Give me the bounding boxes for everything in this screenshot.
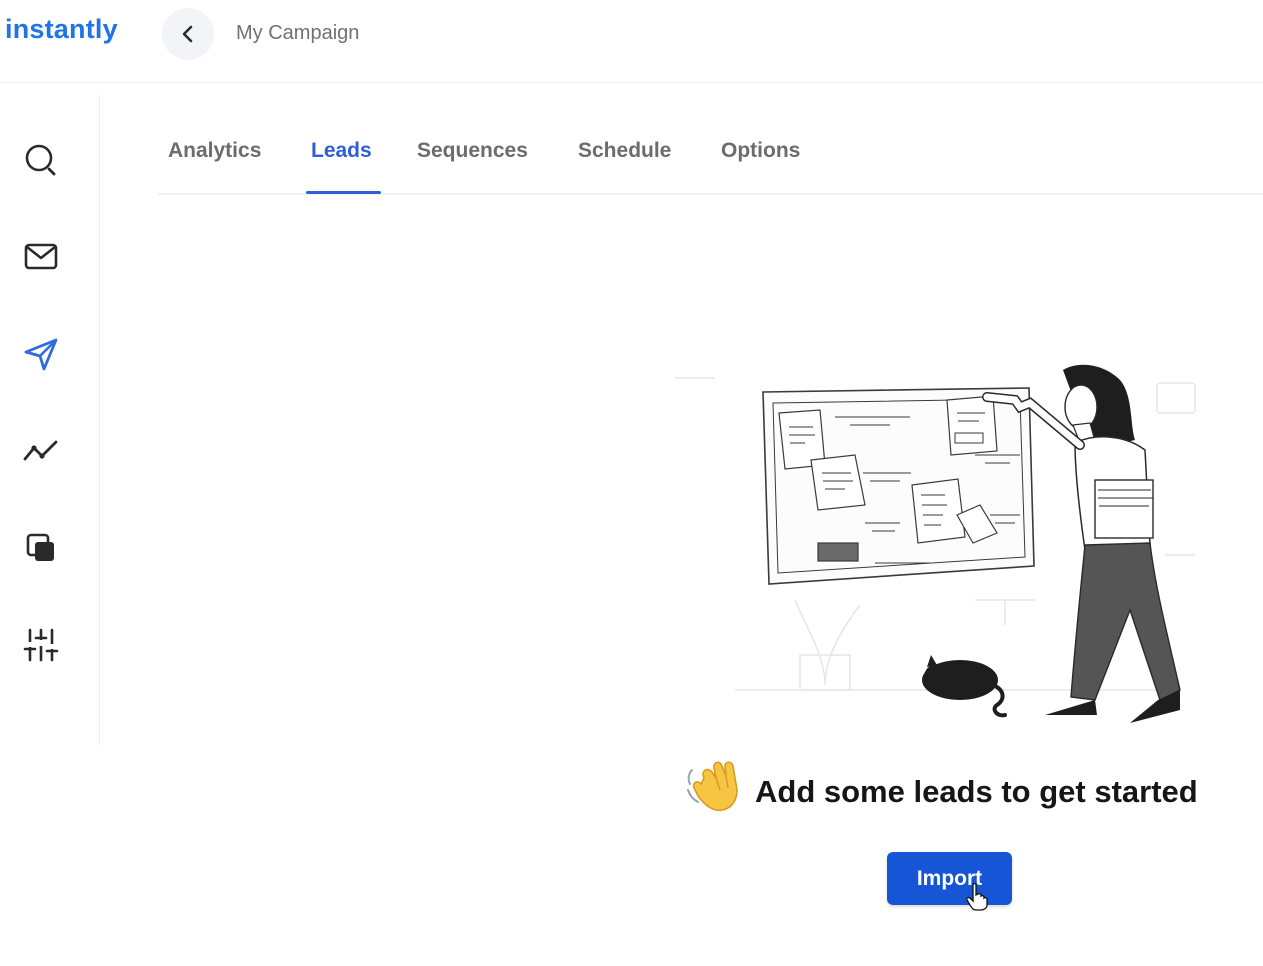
- back-button[interactable]: [162, 8, 214, 60]
- sidebar-item-mail[interactable]: [20, 236, 62, 278]
- campaign-tabs: Analytics Leads Sequences Schedule Optio…: [158, 120, 1263, 195]
- sidebar-nav: [0, 95, 100, 745]
- waving-hand-icon: [687, 761, 738, 812]
- mail-icon: [24, 243, 58, 270]
- send-icon: [24, 338, 58, 371]
- sidebar-item-search[interactable]: [20, 139, 62, 181]
- empty-state-message: Add some leads to get started: [686, 760, 1246, 820]
- search-icon: [25, 144, 56, 176]
- empty-state-text: Add some leads to get started: [755, 774, 1198, 809]
- active-tab-indicator: [306, 191, 381, 194]
- tab-leads[interactable]: Leads: [311, 139, 372, 163]
- import-button[interactable]: Import: [887, 852, 1012, 905]
- sidebar-item-campaigns[interactable]: [20, 333, 62, 375]
- tab-schedule[interactable]: Schedule: [578, 139, 671, 163]
- top-header: instantly My Campaign: [0, 0, 1263, 83]
- tab-options[interactable]: Options: [721, 139, 800, 163]
- sidebar-item-analytics[interactable]: [20, 430, 62, 472]
- sidebar-item-templates[interactable]: [20, 527, 62, 569]
- campaign-title: My Campaign: [236, 22, 360, 44]
- app-logo[interactable]: instantly: [5, 14, 118, 45]
- hand-cursor-icon: [966, 883, 988, 911]
- chevron-left-icon: [182, 25, 193, 43]
- empty-state-illustration: [675, 364, 1196, 723]
- sidebar-item-settings[interactable]: [20, 624, 62, 666]
- copy-icon: [26, 533, 54, 561]
- tab-analytics[interactable]: Analytics: [168, 139, 261, 163]
- tab-sequences[interactable]: Sequences: [417, 139, 528, 163]
- analytics-icon: [23, 440, 58, 461]
- settings-sliders-icon: [23, 628, 59, 662]
